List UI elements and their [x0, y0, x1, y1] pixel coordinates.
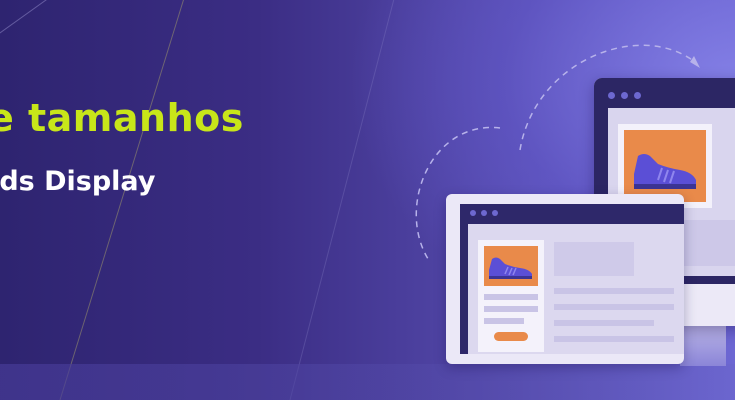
window-dot	[608, 92, 615, 99]
window-dot	[492, 210, 498, 216]
content-line	[484, 318, 524, 324]
content-line	[554, 336, 674, 342]
banner: e tamanhos rds Display	[0, 0, 735, 400]
ad-cta-button	[494, 332, 528, 341]
window-dots	[470, 210, 498, 216]
content-line	[554, 288, 674, 294]
content-line	[554, 304, 674, 310]
sneaker-icon	[634, 154, 696, 189]
window-dots	[608, 92, 641, 99]
content-block	[678, 220, 735, 266]
tablet-webpage	[468, 224, 684, 354]
ad-image	[624, 130, 706, 202]
display-ad-vertical	[478, 240, 544, 352]
window-dot	[481, 210, 487, 216]
content-line	[484, 294, 538, 300]
content-block	[554, 242, 634, 276]
tablet-screen	[460, 204, 684, 354]
sneaker-icon	[489, 257, 532, 279]
tablet-device	[446, 194, 684, 364]
content-line	[484, 306, 538, 312]
window-dot	[470, 210, 476, 216]
window-dot	[634, 92, 641, 99]
monitor-stand	[680, 326, 726, 366]
content-line	[554, 320, 654, 326]
window-dot	[621, 92, 628, 99]
ad-image	[484, 246, 538, 286]
